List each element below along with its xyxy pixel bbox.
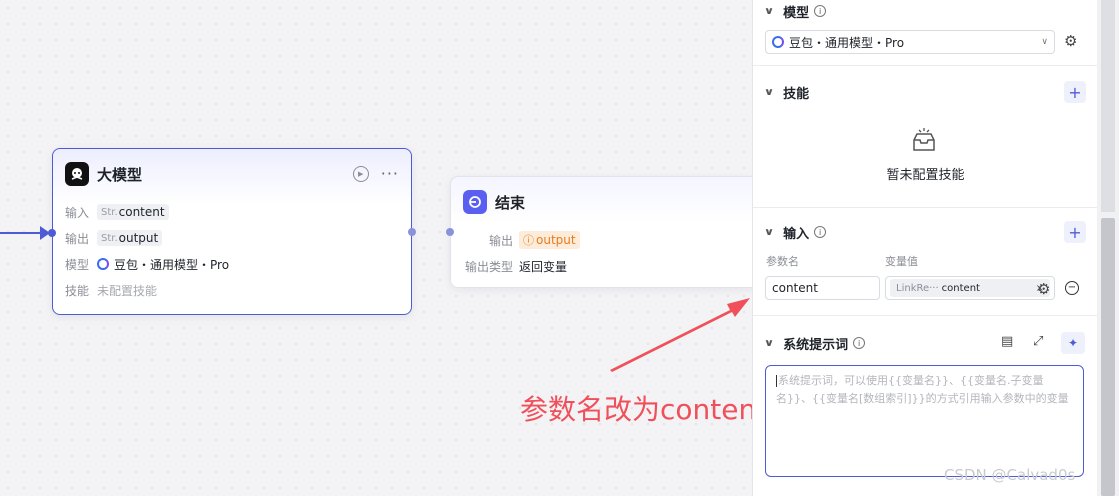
info-icon[interactable]: i	[814, 5, 827, 17]
node-config-panel: ∨ 模型 i 豆包・通用模型・Pro ∨ ⚙ ∨ 技能 + 暂未配置技能 ∨ 输…	[752, 0, 1098, 496]
skills-section-header[interactable]: ∨ 技能 +	[753, 80, 1098, 104]
variable-reference-tag: LinkRe··· content ×	[890, 279, 1050, 297]
output-variable-tag: Str. output	[97, 230, 163, 246]
info-icon[interactable]: i	[814, 226, 827, 238]
param-name-input[interactable]: content	[765, 276, 880, 300]
doubao-logo-icon	[97, 258, 109, 270]
param-name-value: content	[772, 281, 818, 295]
model-label: 模型	[65, 257, 90, 272]
output-label: 输出	[65, 231, 90, 246]
output-value: output	[118, 231, 159, 245]
skills-section: ∨ 技能 + 暂未配置技能	[753, 66, 1098, 208]
end-node-icon	[463, 190, 487, 214]
llm-node-title: 大模型	[97, 165, 143, 184]
input-settings-gear-icon[interactable]: ⚙	[1037, 280, 1050, 298]
end-node[interactable]: 结束 输出 ⓘ output 输出类型 返回变量	[450, 176, 760, 288]
llm-model-row: 模型 豆包・通用模型・Pro	[53, 251, 411, 277]
input-type: Str.	[101, 206, 118, 218]
end-output-type-value: 返回变量	[519, 259, 568, 274]
model-value: 豆包・通用模型・Pro	[114, 257, 230, 272]
run-node-icon[interactable]: ▶	[352, 166, 369, 182]
end-output-type-label: 输出类型	[464, 259, 513, 274]
model-select[interactable]: 豆包・通用模型・Pro ∨	[765, 30, 1055, 54]
ref-field: content	[941, 282, 980, 294]
system-prompt-title: 系统提示词	[783, 337, 849, 353]
expand-icon[interactable]: ⤢	[1033, 334, 1043, 349]
system-prompt-textarea[interactable]: 系统提示词，可以使用{{变量名}}、{{变量名.子变量名}}、{{变量名[数组索…	[765, 365, 1084, 477]
skills-empty-text: 暂未配置技能	[886, 168, 965, 183]
end-output-type-row: 输出类型 返回变量	[451, 253, 759, 279]
llm-input-row: 输入 Str. content	[53, 199, 411, 225]
doubao-logo-icon	[772, 36, 784, 48]
end-input-port[interactable]	[446, 228, 454, 236]
add-skill-button[interactable]: +	[1064, 81, 1086, 103]
input-section-title: 输入	[783, 226, 810, 242]
input-variable-tag: Str. content	[97, 204, 169, 220]
var-value-header: 变量值	[885, 255, 918, 268]
llm-output-row: 输出 Str. output	[53, 225, 411, 251]
system-prompt-header[interactable]: ∨ 系统提示词 i	[753, 331, 1098, 355]
model-section: ∨ 模型 i 豆包・通用模型・Pro ∨ ⚙	[753, 0, 1098, 66]
chevron-down-icon[interactable]: ∨	[764, 6, 775, 17]
watermark: CSDN @Calvad0s	[944, 466, 1076, 484]
llm-node[interactable]: 大模型 ▶ ··· 输入 Str. content 输出 Str. output 模…	[52, 148, 412, 315]
model-section-title: 模型	[783, 5, 810, 21]
llm-node-icon	[65, 162, 89, 186]
input-label: 输入	[65, 205, 90, 220]
chevron-down-icon[interactable]: ∨	[764, 338, 775, 349]
end-output-value: output	[536, 233, 576, 247]
annotation-arrow	[610, 298, 750, 372]
skills-section-title: 技能	[783, 86, 810, 102]
input-section: ∨ 输入 i + 参数名 变量值 content LinkRe··· conte…	[753, 208, 1098, 316]
param-name-header: 参数名	[766, 255, 799, 268]
input-section-header[interactable]: ∨ 输入 i +	[753, 220, 1098, 244]
model-section-header[interactable]: ∨ 模型 i	[753, 0, 1098, 22]
ref-source: LinkRe···	[896, 282, 939, 294]
remove-input-icon[interactable]: −	[1065, 281, 1079, 295]
text-caret	[776, 375, 777, 387]
end-node-title: 结束	[495, 193, 526, 212]
end-output-label: 输出	[488, 233, 513, 248]
scrollbar-upper	[1101, 0, 1115, 212]
info-icon[interactable]: i	[853, 337, 866, 349]
llm-skill-row: 技能 未配置技能	[53, 277, 411, 303]
empty-box-icon	[913, 128, 935, 151]
add-input-button[interactable]: +	[1064, 221, 1086, 243]
llm-input-port[interactable]	[48, 229, 56, 237]
warning-icon: ⓘ	[523, 234, 534, 247]
ai-optimize-icon[interactable]: ✦	[1061, 332, 1085, 354]
scrollbar-thumb[interactable]	[1101, 218, 1115, 496]
skill-value: 未配置技能	[97, 283, 158, 298]
skill-label: 技能	[65, 283, 90, 298]
prompt-library-icon[interactable]: ▤	[1001, 334, 1013, 349]
var-value-input[interactable]: LinkRe··· content ×	[885, 276, 1055, 300]
input-value: content	[118, 205, 165, 219]
end-output-tag: ⓘ output	[519, 231, 580, 249]
workflow-canvas[interactable]: 大模型 ▶ ··· 输入 Str. content 输出 Str. output 模…	[0, 0, 767, 496]
output-type: Str.	[101, 232, 118, 244]
end-output-row: 输出 ⓘ output	[451, 227, 759, 253]
chevron-down-icon[interactable]: ∨	[764, 87, 775, 98]
chevron-down-icon[interactable]: ∨	[764, 227, 775, 238]
annotation-text: 参数名改为content	[520, 393, 768, 426]
more-options-icon[interactable]: ···	[381, 166, 399, 182]
llm-output-port[interactable]	[408, 228, 416, 236]
chevron-down-icon: ∨	[1041, 37, 1048, 47]
model-settings-gear-icon[interactable]: ⚙	[1064, 32, 1077, 50]
system-prompt-placeholder: 系统提示词，可以使用{{变量名}}、{{变量名.子变量名}}、{{变量名[数组索…	[776, 374, 1069, 405]
model-select-value: 豆包・通用模型・Pro	[789, 35, 905, 50]
